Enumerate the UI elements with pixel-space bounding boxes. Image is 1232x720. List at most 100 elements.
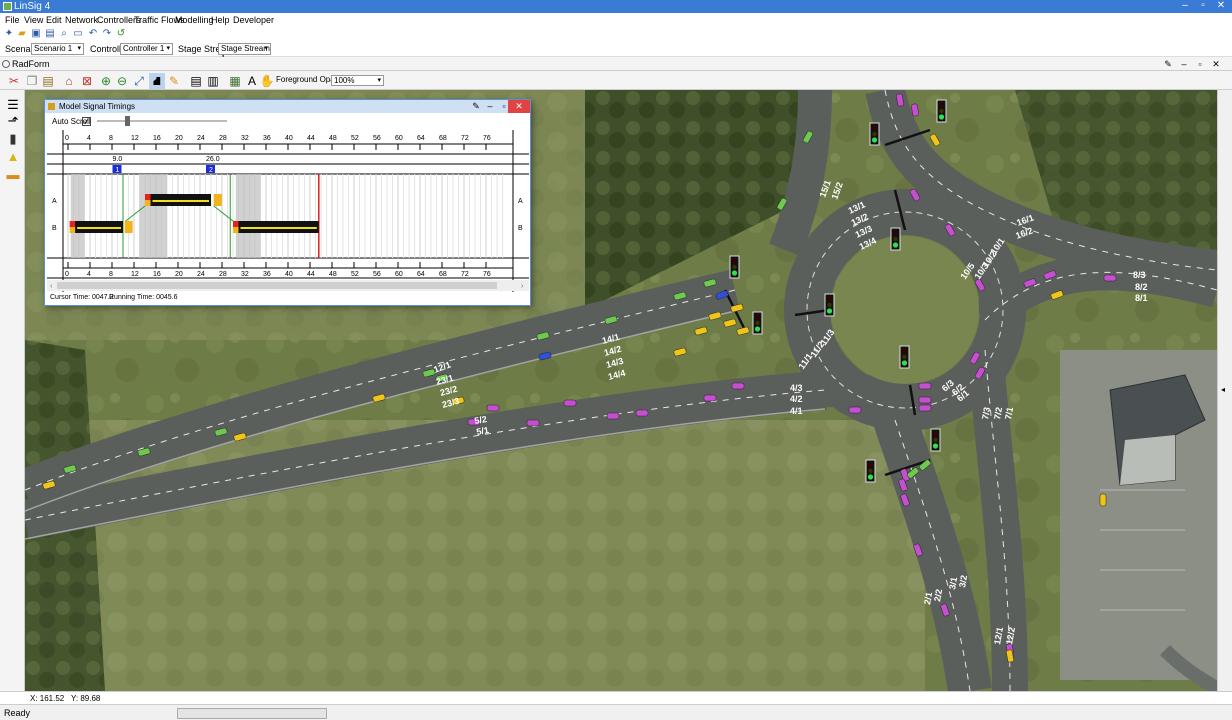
lane-label: 2/2 xyxy=(932,588,944,602)
menu-network[interactable]: Network xyxy=(65,14,98,26)
timings-close-button[interactable]: ✕ xyxy=(508,100,530,113)
coordinate-bar: X: 161.52 Y: 89.68 xyxy=(0,691,1232,704)
zoom-in-icon[interactable]: ⊕ xyxy=(98,73,114,89)
connector-arrow-icon[interactable]: ⬏ xyxy=(4,112,22,130)
pan-hand-icon[interactable]: ✋ xyxy=(259,73,275,89)
phase-label-left: B xyxy=(52,225,57,232)
vehicle xyxy=(731,382,745,390)
axis-tick-top: 76 xyxy=(483,135,491,142)
model-signal-timings-window[interactable]: Model Signal Timings ✎ – ▫ ✕ Auto Scroll… xyxy=(44,99,531,306)
stage-number: 1 xyxy=(116,167,120,174)
x-coordinate: X: 161.52 xyxy=(30,694,65,703)
scroll-slider-thumb[interactable] xyxy=(125,116,130,126)
vehicle xyxy=(526,419,540,427)
signal-head[interactable] xyxy=(729,255,740,279)
lane-label: 5/2 xyxy=(474,414,488,426)
maximize-button[interactable]: ▫ xyxy=(1194,0,1212,13)
lane-label: 4/2 xyxy=(790,394,803,404)
vehicle xyxy=(606,412,620,420)
foreground-opacity-select[interactable]: 100% ▾ xyxy=(331,75,384,86)
map-toolbar: ✂ ❐ ▤ ⌂ ⊠ ⊕ ⊖ ⤢ ⛘ ✎ ▤ ▥ ▦ A ✋ Foreground… xyxy=(0,71,1232,90)
axis-tick-top: 36 xyxy=(263,135,271,142)
axis-tick-bottom: 44 xyxy=(307,271,315,278)
screen-capture-icon[interactable]: ▭ xyxy=(72,28,84,40)
signal-head[interactable] xyxy=(936,99,947,123)
axis-tick-bottom: 52 xyxy=(351,271,359,278)
zoom-out-icon[interactable]: ⊖ xyxy=(114,73,130,89)
delete-node-icon[interactable]: ⊠ xyxy=(79,73,95,89)
paste-icon[interactable]: ▤ xyxy=(40,73,56,89)
print-setup-icon[interactable]: ▥ xyxy=(205,73,221,89)
controller-select[interactable]: Controller 1 ▾ xyxy=(120,43,173,55)
signal-head[interactable] xyxy=(824,293,835,317)
menu-view[interactable]: View xyxy=(24,14,43,26)
signal-timing-diagram[interactable]: 0044881212161620202424282832323636404044… xyxy=(47,130,529,292)
axis-tick-bottom: 12 xyxy=(131,271,139,278)
axis-tick-bottom: 60 xyxy=(395,271,403,278)
quick-toolbar: ✦ ▰ ▣ ▤ ⌕ ▭ ↶ ↷ ↺ xyxy=(0,27,1232,41)
timings-minimize-button[interactable]: – xyxy=(483,100,497,113)
signal-head[interactable] xyxy=(930,428,941,452)
text-tool-icon[interactable]: A xyxy=(244,73,260,89)
zoom-extents-icon[interactable]: ⤢ xyxy=(131,73,147,89)
print-icon[interactable]: ▤ xyxy=(44,28,56,40)
signal-head[interactable] xyxy=(899,345,910,369)
menu-help[interactable]: Help xyxy=(211,14,230,26)
axis-tick-top: 28 xyxy=(219,135,227,142)
background-image-icon[interactable]: ▦ xyxy=(227,73,243,89)
y-coordinate: Y: 89.68 xyxy=(71,694,101,703)
axis-tick-bottom: 72 xyxy=(461,271,469,278)
signal-head[interactable] xyxy=(869,122,880,146)
signal-head[interactable] xyxy=(752,311,763,335)
save-icon[interactable]: ▣ xyxy=(30,28,42,40)
menu-file[interactable]: File xyxy=(5,14,20,26)
left-toolbar: ☰ ⬏ ▮ ▲ ▬ xyxy=(0,90,25,691)
menu-edit[interactable]: Edit xyxy=(46,14,62,26)
minimize-button[interactable]: – xyxy=(1176,0,1194,13)
vehicle xyxy=(918,382,932,390)
stage-time-label: 26.0 xyxy=(206,156,220,163)
cut-icon[interactable]: ✂ xyxy=(6,73,22,89)
close-button[interactable]: ✕ xyxy=(1212,0,1230,13)
undo-icon[interactable]: ↶ xyxy=(87,28,99,40)
axis-tick-top: 48 xyxy=(329,135,337,142)
collapse-arrow-icon[interactable]: ◂ xyxy=(1221,385,1225,394)
app-icon xyxy=(3,2,12,11)
axis-tick-top: 4 xyxy=(87,135,91,142)
new-file-icon[interactable]: ✦ xyxy=(3,28,15,40)
traffic-signal-icon[interactable]: ▮ xyxy=(4,130,22,148)
menu-bar: File View Edit Network Controllers Traff… xyxy=(0,13,1232,27)
redo-icon[interactable]: ↷ xyxy=(101,28,113,40)
open-folder-icon[interactable]: ▰ xyxy=(16,28,28,40)
stage-stream-select[interactable]: Stage Stream 1▾ xyxy=(218,43,271,63)
history-icon[interactable]: ↺ xyxy=(115,28,127,40)
timings-title: Model Signal Timings xyxy=(59,102,136,111)
note-icon[interactable]: ▬ xyxy=(4,166,22,184)
pin-icon[interactable]: ✎ xyxy=(1162,58,1174,70)
delete-link-icon[interactable]: ⌂ xyxy=(61,73,77,89)
give-way-icon[interactable]: ▲ xyxy=(4,148,22,166)
menu-developer[interactable]: Developer xyxy=(233,14,274,26)
radform-close-button[interactable]: ✕ xyxy=(1210,58,1222,70)
radform-maximize-button[interactable]: ▫ xyxy=(1194,58,1206,70)
menu-modelling[interactable]: Modelling xyxy=(175,14,214,26)
pencil-icon[interactable]: ✎ xyxy=(166,73,182,89)
vehicle xyxy=(703,394,717,402)
print-preview-icon[interactable]: ⌕ xyxy=(58,28,70,40)
signal-head[interactable] xyxy=(890,227,901,251)
copy-icon[interactable]: ❐ xyxy=(24,73,40,89)
scroll-slider-track[interactable] xyxy=(97,120,227,122)
timings-pin-icon[interactable]: ✎ xyxy=(469,100,483,113)
signal-head[interactable] xyxy=(865,459,876,483)
print-map-icon[interactable]: ▤ xyxy=(188,73,204,89)
lane-label: 3/2 xyxy=(957,574,969,588)
road-view-icon[interactable]: ⛘ xyxy=(149,73,165,89)
axis-tick-top: 12 xyxy=(131,135,139,142)
auto-scroll-checkbox[interactable]: ✓ xyxy=(82,117,91,126)
timings-title-bar[interactable]: Model Signal Timings ✎ – ▫ ✕ xyxy=(45,100,530,113)
foreground-opacity-value: 100% xyxy=(334,76,355,85)
radform-minimize-button[interactable]: – xyxy=(1178,58,1190,70)
scenario-select[interactable]: Scenario 1 ▾ xyxy=(31,43,84,55)
timings-footer: Cursor Time: 0047.2 Running Time: 0045.6 xyxy=(45,292,530,305)
right-scroll-strip[interactable]: ◂ xyxy=(1217,90,1232,691)
